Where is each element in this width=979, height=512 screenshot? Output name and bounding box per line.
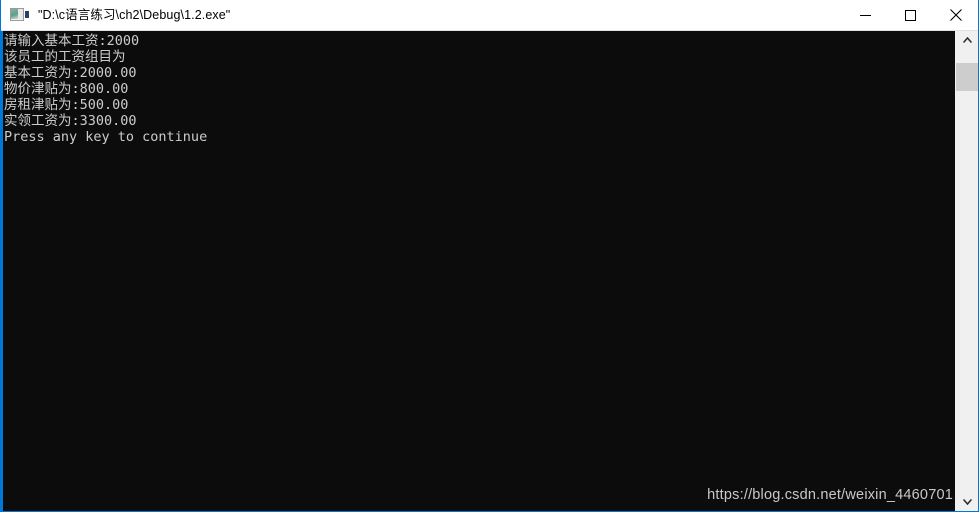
console-line: 该员工的工资组目为 — [4, 49, 126, 65]
console-app-icon — [10, 7, 29, 23]
window-title: "D:\c语言练习\ch2\Debug\1.2.exe" — [38, 8, 231, 22]
maximize-button[interactable] — [888, 0, 933, 30]
chevron-down-icon — [962, 499, 972, 505]
console-line: 请输入基本工资:2000 — [4, 33, 140, 49]
vertical-scrollbar[interactable] — [955, 31, 978, 511]
console-output-screen[interactable]: 请输入基本工资:2000 该员工的工资组目为 基本工资为:2000.00 物价津… — [3, 31, 955, 511]
console-body: 请输入基本工资:2000 该员工的工资组目为 基本工资为:2000.00 物价津… — [1, 31, 978, 511]
console-line: 实领工资为:3300.00 — [4, 113, 137, 129]
console-line: 房租津贴为:500.00 — [4, 97, 129, 113]
scrollbar-thumb[interactable] — [956, 63, 978, 91]
console-output-lines: 请输入基本工资:2000 该员工的工资组目为 基本工资为:2000.00 物价津… — [3, 33, 207, 145]
watermark-text: https://blog.csdn.net/weixin_4460701 — [707, 487, 953, 503]
console-window: "D:\c语言练习\ch2\Debug\1.2.exe" 请输入基本工资:200… — [0, 0, 979, 512]
maximize-icon — [905, 9, 916, 21]
console-line: Press any key to continue — [4, 129, 208, 145]
window-titlebar[interactable]: "D:\c语言练习\ch2\Debug\1.2.exe" — [1, 0, 978, 31]
window-controls — [843, 0, 978, 30]
minimize-button[interactable] — [843, 0, 888, 30]
close-icon — [949, 9, 962, 21]
scrollbar-down-button[interactable] — [956, 493, 978, 511]
scrollbar-track[interactable] — [956, 49, 978, 493]
minimize-icon — [860, 14, 871, 16]
console-line: 基本工资为:2000.00 — [4, 65, 137, 81]
close-button[interactable] — [933, 0, 978, 30]
chevron-up-icon — [962, 37, 972, 43]
console-line: 物价津贴为:800.00 — [4, 81, 129, 97]
scrollbar-up-button[interactable] — [956, 31, 978, 49]
